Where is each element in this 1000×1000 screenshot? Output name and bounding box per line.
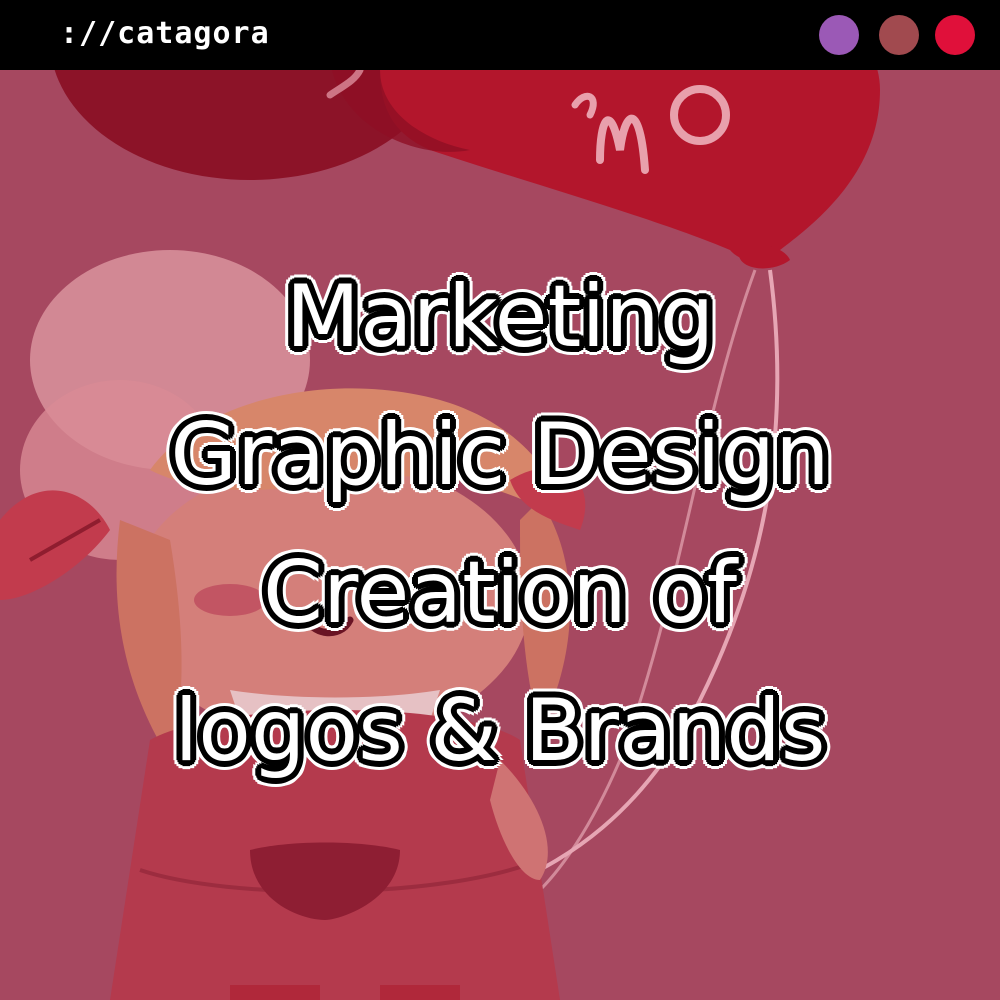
title-bar: ://catagora	[0, 0, 1000, 70]
headline-line-1: Marketing	[285, 267, 715, 367]
brown-dot-button[interactable]	[879, 15, 919, 55]
headline-line-4: logos & Brands	[174, 681, 826, 781]
purple-dot-button[interactable]	[819, 15, 859, 55]
headline-line-3: Creation of	[262, 543, 738, 643]
poster-window: ://catagora Marketing Graphic Design Cre…	[0, 0, 1000, 1000]
red-dot-button[interactable]	[935, 15, 975, 55]
headline: Marketing Graphic Design Creation of log…	[0, 248, 1000, 800]
headline-line-2: Graphic Design	[170, 405, 830, 505]
brand-logo: ://catagora	[60, 16, 270, 51]
